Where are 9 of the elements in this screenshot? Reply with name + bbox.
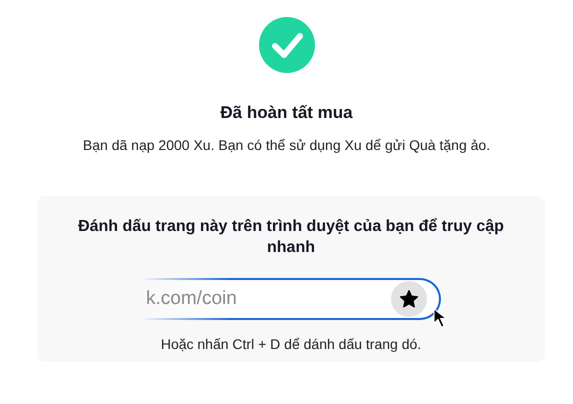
checkmark-icon	[258, 17, 314, 73]
bookmark-button[interactable]	[391, 281, 427, 317]
shortcut-hint: Hoặc nhấn Ctrl + D dể dánh dấu trang dó.	[160, 335, 422, 353]
url-field[interactable]: k.com/coin	[141, 278, 441, 320]
cursor-icon	[433, 308, 449, 328]
star-icon	[399, 289, 419, 309]
success-title: Đã hoàn tất mua	[220, 103, 353, 123]
bookmark-heading: Đánh dấu trang này trên trình duyệt của bạn để truy cập nhanh	[77, 217, 505, 258]
success-message: Bạn dã nạp 2000 Xu. Bạn có thể sử dụng Xu dể gửi Quà tặng ảo.	[82, 136, 490, 154]
